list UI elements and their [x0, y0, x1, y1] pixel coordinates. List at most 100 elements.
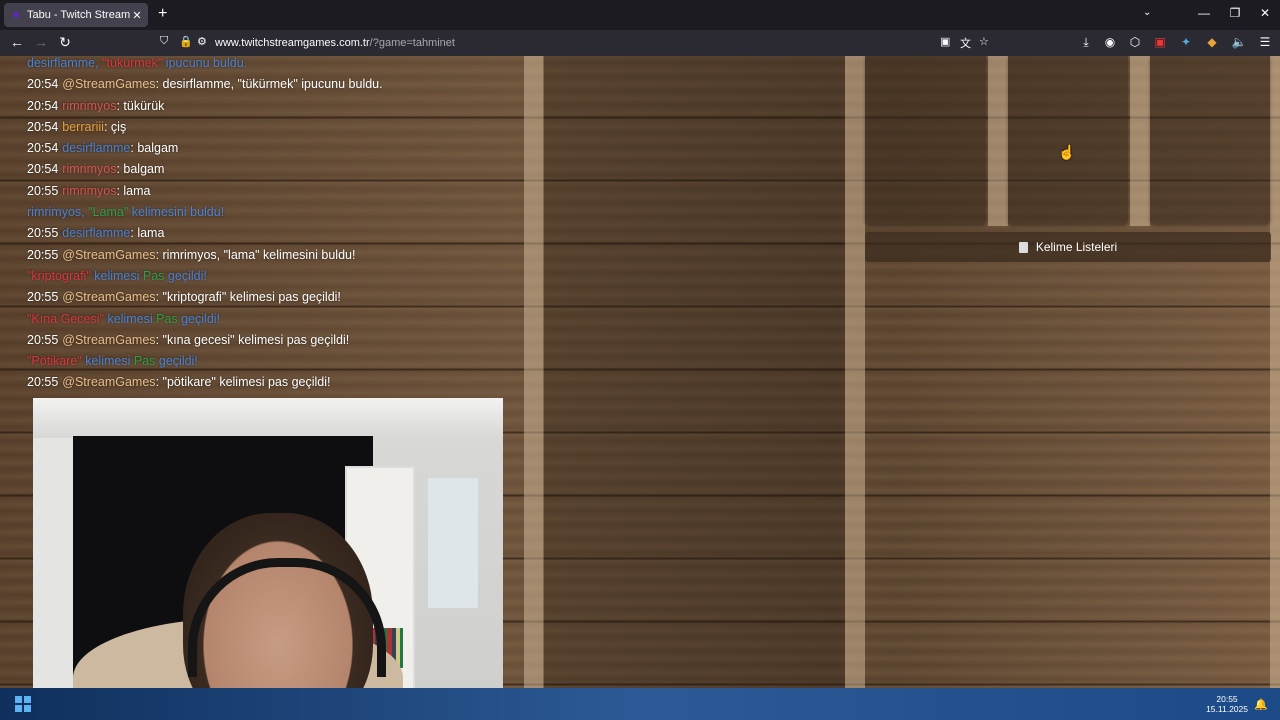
system-word: "Lama": [88, 205, 129, 220]
bookmark-star-icon[interactable]: ☆: [979, 35, 989, 48]
tracking-shield-icon[interactable]: ⛉: [160, 35, 168, 48]
taskbar-clock[interactable]: 20:55 15.11.2025: [1206, 694, 1248, 714]
downloads-icon[interactable]: ⤓: [1078, 35, 1094, 50]
tab-close-icon[interactable]: ✕: [130, 9, 144, 22]
chat-line: "Pötikare" kelimesi Pas geçildi!: [27, 351, 507, 372]
system-word: "Pötikare": [27, 354, 82, 369]
system-text: geçildi!: [167, 268, 207, 283]
windows-start-icon[interactable]: [15, 696, 31, 712]
chat-timestamp: 20:55: [27, 183, 59, 198]
chat-message: "kriptografi" kelimesi pas geçildi!: [162, 290, 341, 305]
extension-3-icon[interactable]: ✦: [1178, 35, 1194, 49]
chat-line: desirflamme, "tükürmek" ipucunu buldu.: [27, 56, 507, 74]
chat-timestamp: 20:55: [27, 226, 59, 241]
chat-line: "kriptografi" kelimesi Pas geçildi!: [27, 266, 507, 287]
chat-username: @StreamGames: [62, 332, 156, 347]
tab-title: Tabu - Twitch Stream Ga: [27, 9, 130, 21]
extensions-icon[interactable]: ⬡: [1127, 35, 1143, 49]
chat-message: "pötikare" kelimesi pas geçildi!: [162, 375, 331, 390]
back-icon[interactable]: ←: [7, 34, 27, 50]
system-word: "Kına Gecesi": [27, 311, 104, 326]
list-all-tabs-icon[interactable]: ⌄: [1143, 7, 1151, 18]
chat-line: 20:55 desirflamme: lama: [27, 223, 507, 244]
chat-timestamp: 20:54: [27, 141, 59, 156]
window-close-icon[interactable]: ✕: [1255, 6, 1275, 20]
chat-line: "Kına Gecesi" kelimesi Pas geçildi!: [27, 309, 507, 330]
app-menu-icon[interactable]: ☰: [1257, 35, 1273, 49]
chat-line: 20:55 @StreamGames: rimrimyos, "lama" kel…: [27, 245, 507, 266]
lock-icon[interactable]: 🔒: [179, 35, 193, 48]
tab-strip: Tabu - Twitch Stream Ga ✕ + ⌄ — ❐ ✕: [0, 0, 1280, 30]
chat-separator: :: [155, 77, 163, 92]
chat-separator: :: [155, 375, 163, 390]
game-center-panel: [543, 56, 845, 688]
webcam-overlay: [33, 398, 503, 688]
chat-timestamp: 20:55: [27, 290, 59, 305]
extension-1-icon[interactable]: ◉: [1102, 35, 1118, 49]
new-tab-button[interactable]: +: [158, 5, 167, 23]
reader-view-icon[interactable]: ▣: [940, 35, 950, 48]
chat-message: balgam: [123, 162, 165, 177]
mute-tab-icon[interactable]: 🔈: [1231, 35, 1247, 49]
chat-message: çiş: [110, 119, 127, 134]
system-text: kelimesi: [85, 354, 131, 369]
chat-username: desirflamme: [62, 141, 131, 156]
chat-username: berrariii: [62, 119, 104, 134]
navigation-toolbar: ← → ↻ ⛉ 🔒 ⚙ www.twitchstreamgames.com.tr…: [0, 30, 1280, 56]
clock-time: 20:55: [1216, 694, 1238, 704]
plank-divider: [524, 56, 544, 688]
site-permissions-icon[interactable]: ⚙: [197, 35, 207, 48]
extension-4-icon[interactable]: ◆: [1204, 35, 1220, 49]
chat-line: 20:54 desirflamme: balgam: [27, 138, 507, 159]
webcam-poster: [428, 478, 478, 608]
chat-separator: :: [155, 247, 163, 262]
word-slot: [1008, 56, 1128, 224]
chat-timestamp: 20:54: [27, 98, 59, 113]
chat-line: 20:55 @StreamGames: "pötikare" kelimesi p…: [27, 372, 507, 393]
chat-separator: :: [155, 290, 163, 305]
hand-cursor-icon: ☝: [1058, 144, 1076, 160]
url-text[interactable]: www.twitchstreamgames.com.tr/?game=tahmi…: [215, 37, 455, 49]
chat-timestamp: 20:55: [27, 247, 59, 262]
browser-tab-active[interactable]: Tabu - Twitch Stream Ga ✕: [4, 3, 148, 27]
chat-message: lama: [137, 226, 165, 241]
chat-username: @StreamGames: [62, 77, 156, 92]
game-page: Kelime Listeleri desirflamme, "tükürmek"…: [0, 56, 1280, 688]
minimize-icon[interactable]: —: [1194, 6, 1214, 20]
plank-divider: [988, 56, 1008, 226]
chat-line: 20:55 @StreamGames: "kına gecesi" kelimes…: [27, 330, 507, 351]
chat-line: 20:55 rimrimyos: lama: [27, 181, 507, 202]
system-text: kelimesini buldu!: [131, 205, 225, 220]
system-text: ipucunu buldu.: [165, 56, 248, 70]
forward-icon[interactable]: →: [31, 34, 51, 50]
url-bar[interactable]: ⛉ 🔒 ⚙ www.twitchstreamgames.com.tr/?game…: [154, 33, 1000, 53]
maximize-icon[interactable]: ❐: [1225, 6, 1245, 20]
system-text: geçildi!: [158, 354, 198, 369]
chat-separator: :: [155, 332, 163, 347]
extension-2-icon[interactable]: ▣: [1152, 35, 1168, 49]
system-text: kelimesi: [94, 268, 140, 283]
system-pass: Pas: [156, 311, 178, 326]
chat-line: 20:54 rimrimyos: balgam: [27, 159, 507, 180]
system-pass: Pas: [142, 268, 165, 283]
word-slot: [865, 56, 986, 224]
notification-bell-icon[interactable]: 🔔: [1254, 698, 1268, 711]
chat-username: @StreamGames: [62, 375, 156, 390]
translate-icon[interactable]: 文: [960, 35, 971, 51]
chat-username: rimrimyos: [62, 98, 117, 113]
chat-line: 20:55 @StreamGames: "kriptografi" kelimes…: [27, 287, 507, 308]
word-lists-button[interactable]: Kelime Listeleri: [865, 232, 1271, 262]
plank-divider: [1130, 56, 1150, 226]
plank-divider: [845, 56, 865, 688]
url-domain: www.twitchstreamgames.com.tr: [215, 37, 370, 49]
reload-icon[interactable]: ↻: [55, 34, 75, 51]
system-text: kelimesi: [107, 311, 153, 326]
system-word: "tükürmek": [102, 56, 163, 70]
chat-username: @StreamGames: [62, 290, 156, 305]
chat-message: balgam: [137, 141, 179, 156]
system-username: rimrimyos,: [27, 205, 85, 220]
system-username: desirflamme,: [27, 56, 99, 70]
chat-message: desirflamme, "tükürmek" ipucunu buldu.: [162, 77, 383, 92]
chat-username: desirflamme: [62, 226, 131, 241]
plank-divider: [1270, 56, 1280, 688]
